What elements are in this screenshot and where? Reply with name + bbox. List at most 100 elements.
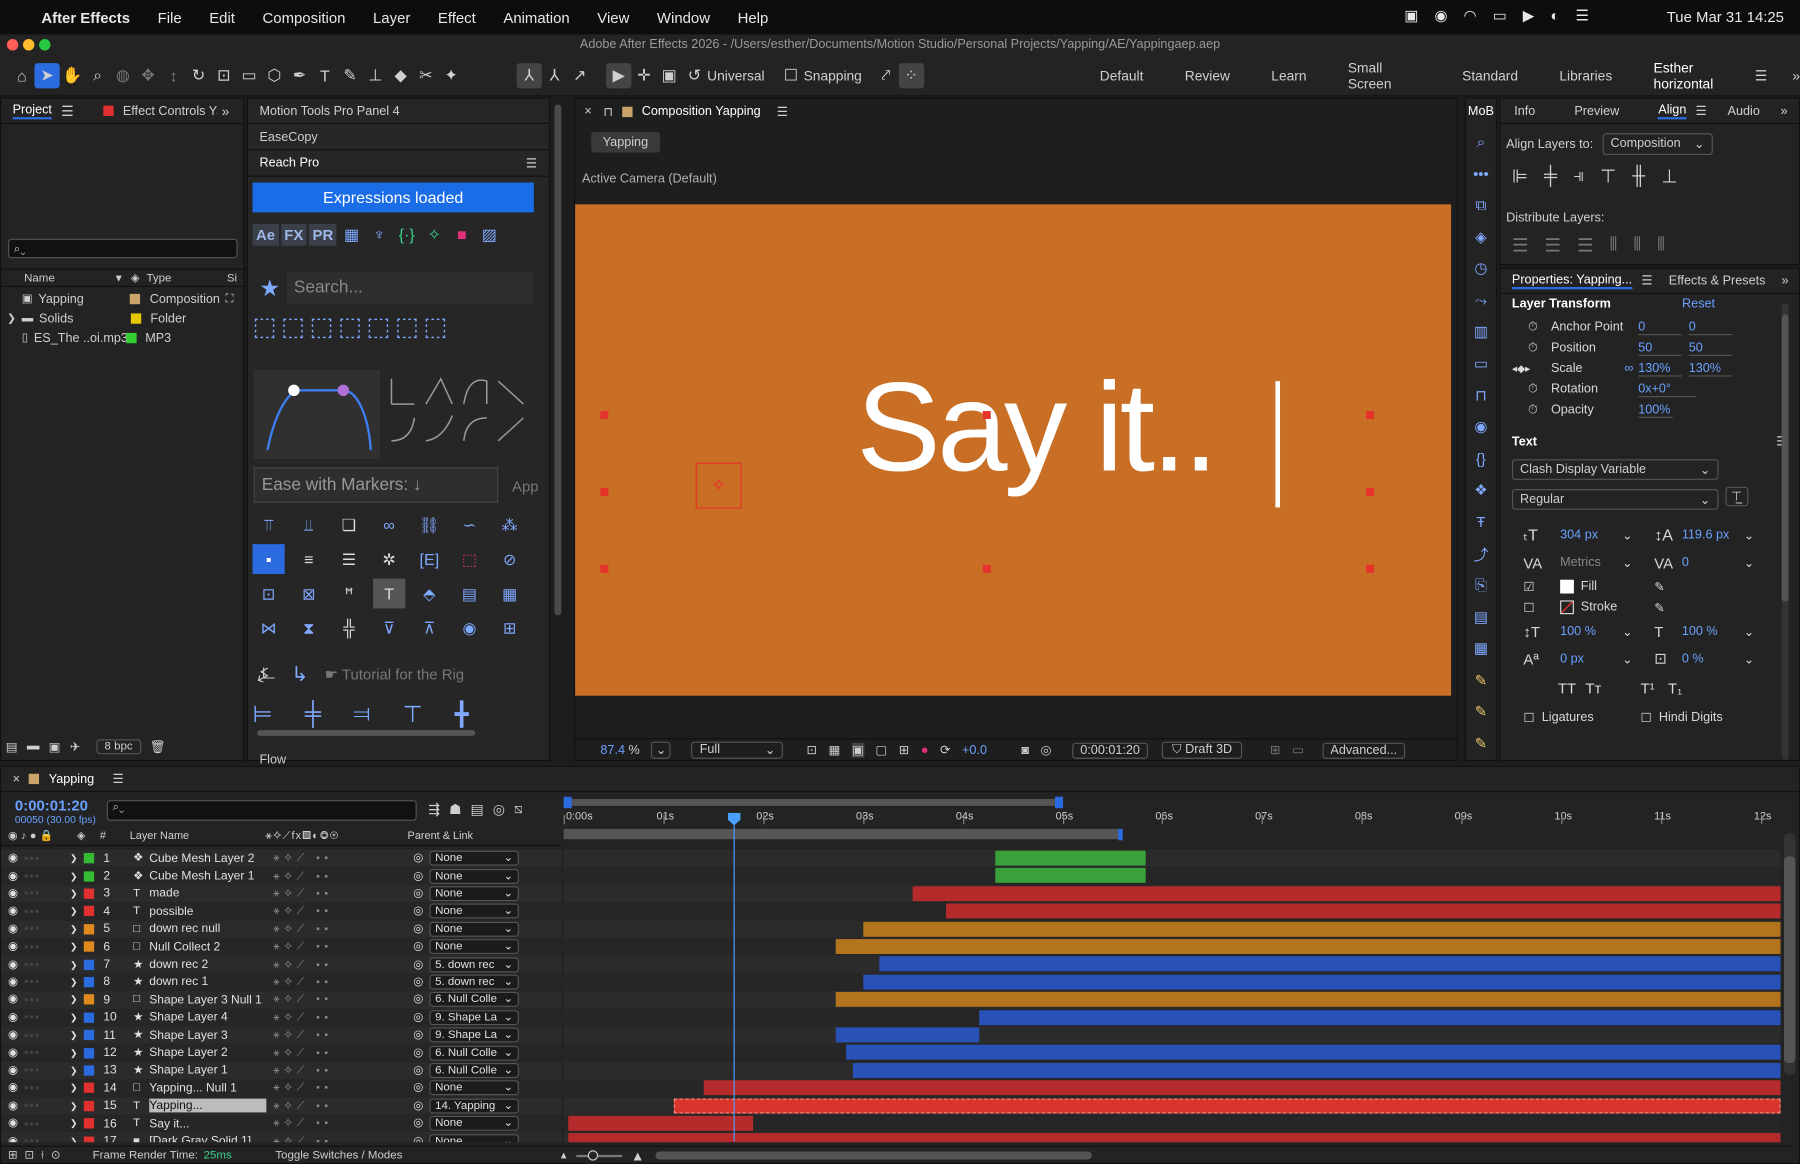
table-row[interactable]: ◉ ▪▪▪ ❯ 14 □ Yapping... Null 1 ⚹✧⟋ ▪▪ ◎ None ⌄ bbox=[1, 1079, 562, 1098]
visibility-eye-icon[interactable]: ◉ bbox=[8, 993, 24, 1006]
audio-solo-boxes[interactable]: ▪▪▪ bbox=[24, 993, 70, 1007]
expand-layer-icon[interactable]: ❯ bbox=[70, 1048, 84, 1058]
layers-icon[interactable]: ◈ bbox=[1468, 225, 1493, 250]
visibility-eye-icon[interactable]: ◉ bbox=[8, 958, 24, 971]
timeline-vscroll-thumb[interactable] bbox=[1783, 856, 1796, 1064]
crosshair-icon[interactable]: ╬ bbox=[333, 613, 365, 643]
table-row[interactable]: ◉ ▪▪▪ ❯ 12 ★ Shape Layer 2 ⚹✧⟋ ▪▪ ◎ 6. Null Coll… bbox=[1, 1043, 562, 1062]
expand-layer-icon[interactable]: ❯ bbox=[70, 1118, 84, 1128]
pickwhip-icon[interactable]: ◎ bbox=[413, 905, 429, 918]
col-layer-name[interactable]: Layer Name bbox=[130, 830, 265, 843]
close-tab-icon[interactable]: × bbox=[13, 772, 20, 786]
layer-label-swatch[interactable] bbox=[83, 1029, 95, 1041]
visibility-eye-icon[interactable]: ◉ bbox=[8, 905, 24, 918]
work-area-bar[interactable] bbox=[563, 799, 1058, 806]
visibility-eye-icon[interactable]: ◉ bbox=[8, 887, 24, 900]
roi-icon[interactable]: ⊡ bbox=[806, 743, 817, 758]
font-family-dropdown[interactable]: Clash Display Variable ⌄ bbox=[1511, 459, 1719, 480]
pickwhip-icon[interactable]: ◎ bbox=[413, 1135, 429, 1142]
audio-solo-boxes[interactable]: ▪▪▪ bbox=[24, 851, 70, 865]
list-item[interactable]: ❯ ▬ Solids Folder bbox=[1, 309, 246, 329]
search-icon[interactable]: ⌕ bbox=[1468, 130, 1493, 155]
layer-switches[interactable]: ⚹✧⟋ ▪▪ bbox=[266, 958, 413, 971]
distribute-top-icon[interactable]: ☰ bbox=[1512, 234, 1528, 257]
bend-icon[interactable]: ↳ bbox=[291, 662, 308, 686]
script-icon[interactable]: ✎ bbox=[1468, 668, 1493, 693]
visibility-eye-icon[interactable]: ◉ bbox=[8, 1135, 24, 1142]
hscale-dropdown[interactable]: ⌄ bbox=[1744, 624, 1755, 639]
pickwhip-icon[interactable]: ◎ bbox=[413, 976, 429, 989]
bbox-handle[interactable] bbox=[1366, 410, 1375, 420]
layer-duration-bar[interactable] bbox=[945, 903, 1781, 919]
expand-layer-icon[interactable]: ❯ bbox=[70, 1012, 84, 1022]
work-area-end-handle[interactable] bbox=[1055, 796, 1064, 809]
tab-fx[interactable]: FX bbox=[280, 223, 307, 246]
superscript-button[interactable]: T¹ bbox=[1640, 679, 1668, 696]
col-size[interactable]: Si bbox=[227, 272, 237, 285]
table-row[interactable]: ◉ ▪▪▪ ❯ 5 □ down rec null ⚹✧⟋ ▪▪ ◎ None ⌄ bbox=[1, 920, 562, 938]
stroke-checkbox[interactable]: ☐ bbox=[1523, 600, 1560, 615]
expand-layer-icon[interactable]: ❯ bbox=[70, 871, 84, 881]
subscript-button[interactable]: T₁ bbox=[1668, 679, 1682, 696]
workspace-small-screen[interactable]: Small Screen bbox=[1348, 60, 1421, 92]
ease-curve-preview[interactable] bbox=[253, 369, 380, 460]
bbox-handle[interactable] bbox=[600, 487, 609, 496]
dolly-tool-icon[interactable]: ↕ bbox=[161, 63, 186, 88]
footer-icons[interactable]: ⊞⊡⟊⊙ bbox=[8, 1149, 67, 1162]
add-icon[interactable]: ▪ bbox=[252, 544, 285, 574]
link-circle-icon[interactable]: ⊘ bbox=[494, 544, 526, 574]
layer-switches[interactable]: ⚹✧⟋ ▪▪ bbox=[266, 1082, 413, 1095]
expand-layer-icon[interactable]: ❯ bbox=[70, 995, 84, 1005]
workspace-default[interactable]: Default bbox=[1100, 68, 1144, 84]
align-bottom-icon[interactable]: ⫫ bbox=[293, 510, 325, 540]
align-bottom-icon[interactable]: ⊥ bbox=[1661, 165, 1677, 188]
link-icon[interactable]: ∞ bbox=[373, 510, 405, 540]
table-icon[interactable]: ▤ bbox=[453, 579, 485, 609]
pickwhip-icon[interactable]: ◎ bbox=[413, 870, 429, 883]
tab-mob[interactable]: MoB bbox=[1468, 104, 1494, 118]
lines-icon[interactable]: ≡ bbox=[293, 544, 325, 574]
menu-view[interactable]: View bbox=[597, 9, 629, 26]
visibility-eye-icon[interactable]: ◉ bbox=[8, 940, 24, 953]
shy-layers-icon[interactable]: ☗ bbox=[449, 801, 461, 817]
playhead-line[interactable] bbox=[733, 819, 735, 1142]
leading-dropdown[interactable]: ⌄ bbox=[1744, 528, 1755, 543]
pen-tool-icon[interactable]: ✒ bbox=[287, 63, 312, 88]
col-parent-link[interactable]: Parent & Link bbox=[408, 830, 473, 843]
layer-switches[interactable]: ⚹✧⟋ ▪▪ bbox=[266, 1064, 413, 1077]
layer-label-swatch[interactable] bbox=[83, 1082, 95, 1094]
layer-name[interactable]: Cube Mesh Layer 1 bbox=[149, 869, 266, 883]
parent-dropdown[interactable]: 6. Null Colle ⌄ bbox=[429, 1045, 519, 1061]
time-ruler[interactable]: 0:00s 01s 02s 03s 04s 05s 06s 07s 08s 09s 10s 11s 12… bbox=[563, 796, 1781, 848]
new-comp-icon[interactable]: ▣ bbox=[49, 739, 61, 754]
parent-dropdown[interactable]: None ⌄ bbox=[429, 921, 519, 937]
leading-field[interactable]: 119.6 px bbox=[1682, 528, 1744, 542]
network-icon[interactable]: ✲ bbox=[373, 544, 405, 574]
composition-mini-flowchart-icon[interactable]: ⇶ bbox=[428, 801, 440, 817]
anchor-mr-icon[interactable]: ⬚ bbox=[395, 312, 419, 342]
image-icon[interactable]: ▨ bbox=[477, 219, 502, 249]
menu-effect[interactable]: Effect bbox=[438, 9, 476, 26]
timeline-vscroll-track[interactable] bbox=[1783, 833, 1796, 1075]
workspace-esther-horizontal[interactable]: Esther horizontal bbox=[1654, 60, 1746, 92]
pan-behind-icon[interactable]: ✥ bbox=[135, 63, 160, 88]
layer-name[interactable]: Yapping... Null 1 bbox=[149, 1081, 266, 1095]
bbox-handle[interactable] bbox=[982, 564, 991, 573]
tracking-dropdown[interactable]: ⌄ bbox=[1744, 555, 1755, 570]
app-menu[interactable]: After Effects bbox=[41, 9, 130, 26]
layer-name[interactable]: made bbox=[149, 887, 266, 901]
pickwhip-icon[interactable]: ◎ bbox=[413, 1046, 429, 1059]
project-search-input[interactable]: ⌕⌄ bbox=[8, 238, 238, 259]
favorite-star-icon[interactable]: ★ bbox=[253, 274, 287, 303]
reach-search-input[interactable]: Search... bbox=[287, 272, 534, 305]
menu-animation[interactable]: Animation bbox=[503, 9, 569, 26]
col-name[interactable]: Name bbox=[24, 272, 114, 285]
parent-dropdown[interactable]: 14. Yapping ⌄ bbox=[429, 1098, 519, 1114]
universal-label[interactable]: Universal bbox=[707, 67, 764, 83]
visibility-eye-icon[interactable]: ◉ bbox=[8, 976, 24, 989]
motion-blur-icon[interactable]: ◎ bbox=[493, 801, 505, 817]
expand-layer-icon[interactable]: ❯ bbox=[70, 924, 84, 934]
crop-icon[interactable]: ⊓ bbox=[1468, 383, 1493, 408]
pickwhip-icon[interactable]: ◎ bbox=[413, 852, 429, 865]
audio-solo-boxes[interactable]: ▪▪▪ bbox=[24, 975, 70, 989]
